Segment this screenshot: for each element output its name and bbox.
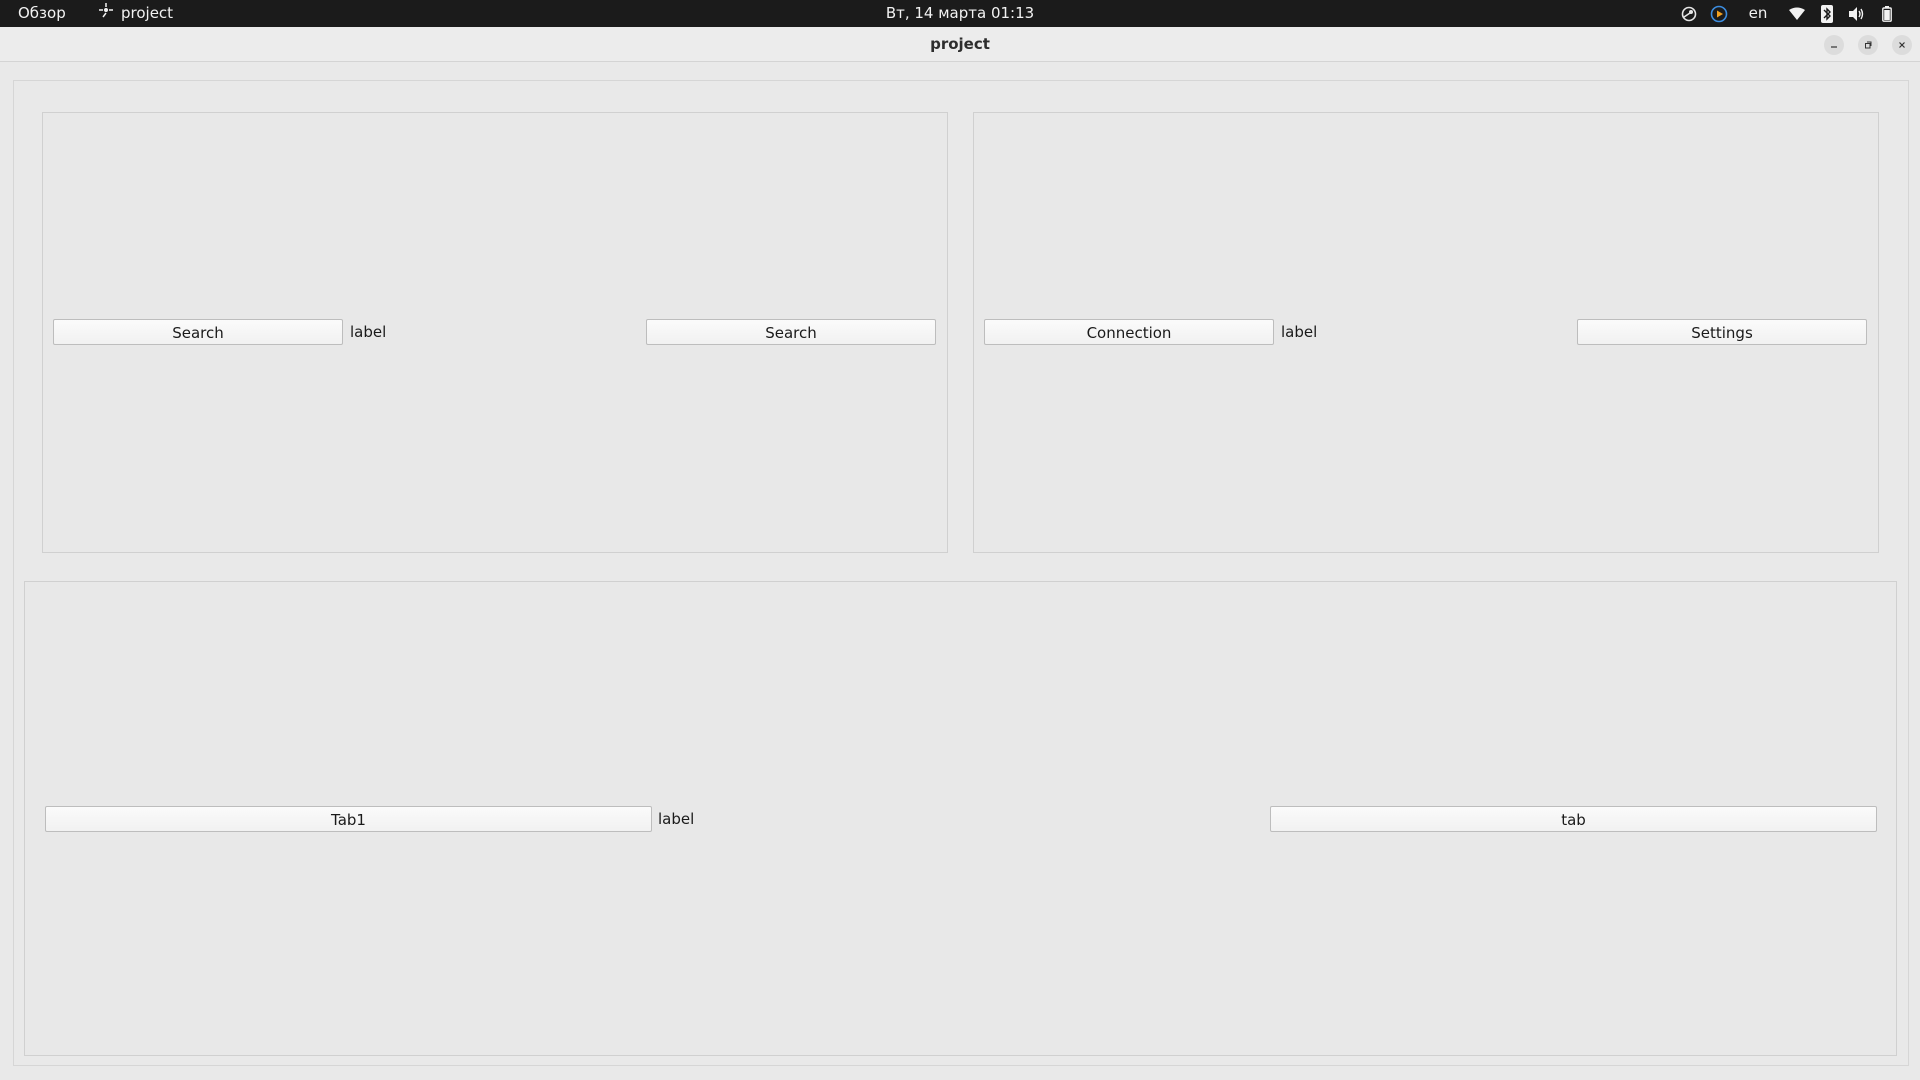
app-name: project xyxy=(121,4,174,22)
search-button-right[interactable]: Search xyxy=(646,319,936,345)
window-title-bar[interactable]: project xyxy=(0,27,1920,62)
connection-panel: Connection label Settings xyxy=(973,112,1879,553)
app-icon xyxy=(98,0,114,27)
tab-button[interactable]: tab xyxy=(1270,806,1877,832)
connection-button[interactable]: Connection xyxy=(984,319,1274,345)
system-tray[interactable]: en xyxy=(1674,0,1902,27)
minimize-icon xyxy=(1831,46,1837,48)
maximize-button[interactable] xyxy=(1858,35,1878,55)
minimize-button[interactable] xyxy=(1824,35,1844,55)
wifi-icon[interactable] xyxy=(1782,0,1812,27)
restore-icon xyxy=(1865,41,1872,49)
tab-panel: Tab1 label tab xyxy=(24,581,1897,1056)
search-button-left[interactable]: Search xyxy=(53,319,343,345)
keyboard-layout-indicator[interactable]: en xyxy=(1734,0,1782,27)
window-title: project xyxy=(930,35,990,53)
search-panel: Search label Search xyxy=(42,112,948,553)
steam-icon[interactable] xyxy=(1674,0,1704,27)
settings-button[interactable]: Settings xyxy=(1577,319,1867,345)
system-top-bar: Вт, 14 марта 01:13 Обзор project en xyxy=(0,0,1920,27)
search-panel-label: label xyxy=(350,323,387,341)
app-menu[interactable]: project xyxy=(98,0,173,27)
activities-button[interactable]: Обзор xyxy=(18,0,66,27)
volume-icon[interactable] xyxy=(1842,0,1872,27)
battery-icon[interactable] xyxy=(1872,0,1902,27)
tab1-button[interactable]: Tab1 xyxy=(45,806,652,832)
media-play-icon[interactable] xyxy=(1704,0,1734,27)
clock[interactable]: Вт, 14 марта 01:13 xyxy=(0,0,1920,27)
bluetooth-icon[interactable] xyxy=(1812,0,1842,27)
close-button[interactable] xyxy=(1892,35,1912,55)
close-icon xyxy=(1899,42,1905,48)
connection-panel-label: label xyxy=(1281,323,1318,341)
tab-panel-label: label xyxy=(658,810,695,828)
